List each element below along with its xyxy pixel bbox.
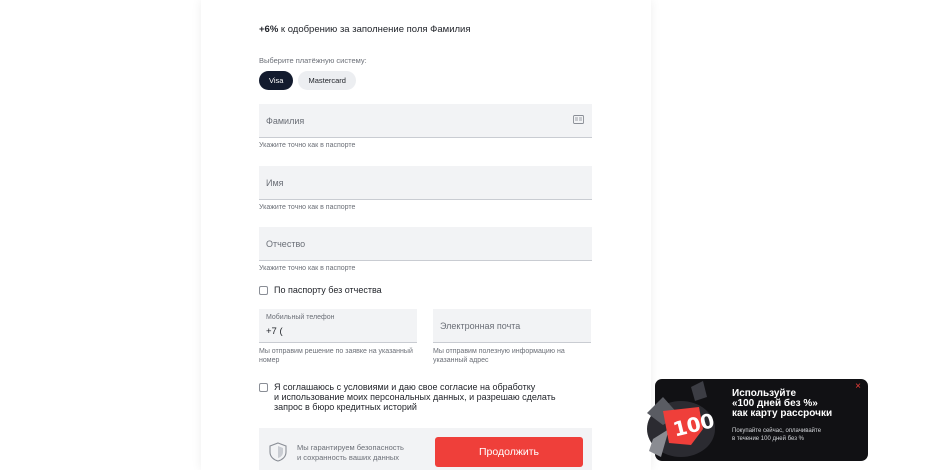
email-helper: Мы отправим полезную информацию на указа… bbox=[433, 348, 565, 364]
no-patronymic-label: По паспорту без отчества bbox=[274, 285, 382, 295]
phone-label: Мобильный телефон bbox=[266, 314, 335, 321]
guarantee-line-2: и сохранность ваших данных bbox=[297, 453, 400, 462]
name-field[interactable]: Имя bbox=[259, 166, 592, 200]
promo-close-icon[interactable]: × bbox=[855, 382, 861, 392]
promo-title: Используйте «100 дней без %» как карту р… bbox=[732, 389, 858, 419]
security-guarantee: Мы гарантируем безопасность и сохранност… bbox=[297, 443, 404, 463]
name-helper: Укажите точно как в паспорте bbox=[259, 204, 356, 211]
chip-mastercard[interactable]: Mastercard bbox=[298, 71, 356, 90]
surname-field[interactable]: Фамилия bbox=[259, 104, 592, 138]
shield-icon bbox=[269, 442, 287, 462]
no-patronymic-row[interactable]: По паспорту без отчества bbox=[259, 285, 382, 295]
consent-line-2: и использование моих персональных данных… bbox=[274, 392, 556, 402]
patronymic-placeholder: Отчество bbox=[266, 238, 306, 249]
phone-value: +7 ( bbox=[266, 326, 283, 337]
no-patronymic-checkbox[interactable] bbox=[259, 286, 268, 295]
chip-visa[interactable]: Visa bbox=[259, 71, 294, 90]
guarantee-line-1: Мы гарантируем безопасность bbox=[297, 443, 404, 452]
consent-line-3: запрос в бюро кредитных историй bbox=[274, 402, 417, 412]
surname-helper: Укажите точно как в паспорте bbox=[259, 142, 356, 149]
submit-bar: Мы гарантируем безопасность и сохранност… bbox=[259, 428, 592, 470]
promo-100-art: 100 bbox=[647, 381, 717, 457]
phone-helper: Мы отправим решение по заявке на указанн… bbox=[259, 348, 413, 364]
promo-title-3: как карту рассрочки bbox=[732, 408, 833, 419]
approval-hint: +6% к одобрению за заполнение поля Фамил… bbox=[259, 24, 471, 35]
name-placeholder: Имя bbox=[266, 177, 284, 188]
consent-checkbox[interactable] bbox=[259, 383, 268, 392]
surname-placeholder: Фамилия bbox=[266, 115, 305, 126]
patronymic-field[interactable]: Отчество bbox=[259, 227, 592, 261]
promo-sub-1: Покупайте сейчас, оплачивайте bbox=[732, 428, 822, 434]
approval-percent: +6% bbox=[259, 24, 279, 35]
continue-button[interactable]: Продолжить bbox=[435, 437, 583, 467]
email-field[interactable]: Электронная почта bbox=[433, 309, 591, 343]
phone-field[interactable]: Мобильный телефон +7 ( bbox=[259, 309, 417, 343]
id-card-icon bbox=[573, 115, 584, 124]
payment-system-chips: Visa Mastercard bbox=[259, 71, 356, 90]
promo-sub-2: в течение 100 дней без % bbox=[732, 435, 804, 442]
payment-system-label: Выберите платёжную систему: bbox=[259, 56, 367, 65]
consent-row[interactable]: Я соглашаюсь с условиями и даю свое согл… bbox=[259, 382, 556, 412]
email-placeholder: Электронная почта bbox=[440, 320, 521, 331]
consent-line-1: Я соглашаюсь с условиями и даю свое согл… bbox=[274, 382, 536, 392]
consent-text: Я соглашаюсь с условиями и даю свое согл… bbox=[274, 382, 556, 412]
approval-text: к одобрению за заполнение поля Фамилия bbox=[278, 24, 471, 35]
promo-subtitle: Покупайте сейчас, оплачивайте в течение … bbox=[732, 428, 858, 443]
promo-banner[interactable]: 100 Используйте «100 дней без %» как кар… bbox=[647, 379, 868, 461]
patronymic-helper: Укажите точно как в паспорте bbox=[259, 265, 356, 272]
